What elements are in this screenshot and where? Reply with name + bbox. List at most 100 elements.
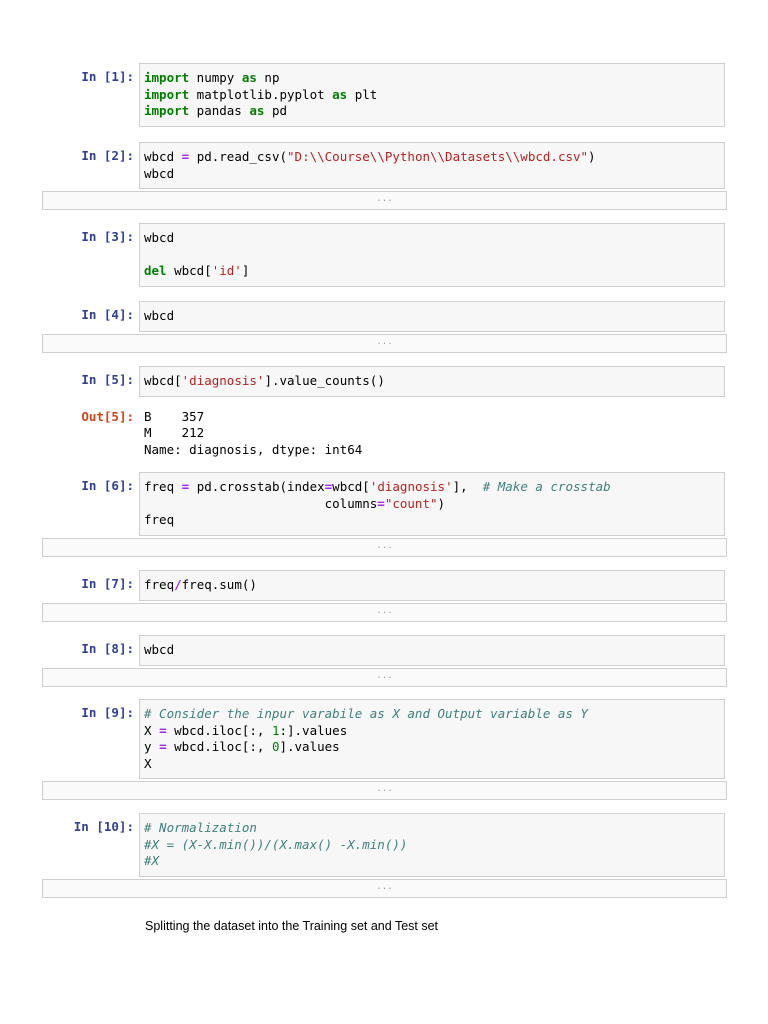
code-token: # Normalization (144, 820, 257, 835)
code-token: ) (588, 149, 596, 164)
code-token: wbcd.iloc[:, (166, 722, 272, 738)
code-input[interactable]: wbcd del wbcd['id'] (139, 223, 725, 287)
code-line: #X (144, 853, 720, 870)
code-token: ], (452, 479, 483, 494)
collapsed-output-toggle[interactable]: ... (42, 191, 727, 210)
collapsed-output-toggle[interactable]: ... (42, 602, 727, 622)
code-token: wbcd (144, 165, 175, 181)
code-line: # Consider the inpur varabile as X and O… (144, 706, 720, 723)
input-prompt: In [10]: (73, 819, 134, 834)
code-token: 'id' (211, 263, 242, 278)
code-token: numpy (189, 70, 242, 85)
code-line: wbcd (144, 308, 720, 325)
code-input[interactable]: wbcd (139, 635, 725, 666)
code-token: = (159, 739, 167, 754)
code-line: freq (144, 512, 720, 529)
code-input[interactable]: wbcd['diagnosis'].value_counts() (139, 366, 725, 397)
code-token: #X (144, 853, 160, 868)
code-line: # Normalization (144, 820, 720, 837)
code-token: # Make a crosstab (482, 479, 611, 494)
collapsed-output-toggle[interactable]: ... (42, 333, 727, 353)
code-line: #X = (X-X.min())/(X.max() -X.min()) (144, 837, 720, 854)
input-prompt: In [2]: (81, 148, 134, 163)
code-token: wbcd.iloc[:, (166, 739, 272, 754)
code-token: del (144, 263, 167, 278)
code-token: X (144, 722, 160, 738)
code-line: wbcd (144, 230, 720, 247)
input-prompt: In [9]: (81, 705, 134, 720)
code-line: freq = pd.crosstab(index=wbcd['diagnosis… (144, 479, 720, 496)
code-token: y (144, 739, 160, 754)
code-line: import matplotlib.pyplot as plt (144, 87, 720, 104)
code-token: as (249, 103, 265, 118)
code-line: import pandas as pd (144, 103, 720, 120)
code-token: freq (144, 577, 175, 592)
code-line: wbcd (144, 166, 720, 183)
code-token: matplotlib.pyplot (189, 86, 333, 102)
code-input[interactable]: freq = pd.crosstab(index=wbcd['diagnosis… (139, 472, 725, 536)
code-token: wbcd (144, 230, 175, 245)
code-line: wbcd = pd.read_csv("D:\\Course\\Python\\… (144, 149, 720, 166)
input-prompt: In [7]: (81, 576, 134, 591)
code-input[interactable]: wbcd (139, 301, 725, 332)
code-token: wbcd[ (144, 373, 182, 388)
input-prompt: In [5]: (81, 372, 134, 387)
code-token: ].value_counts() (264, 373, 385, 388)
code-token: freq.sum() (181, 577, 257, 592)
code-token: ] (241, 263, 250, 278)
code-input[interactable]: freq/freq.sum() (139, 570, 725, 601)
code-line: columns="count") (144, 496, 720, 513)
code-token: wbcd (144, 308, 175, 323)
code-token: wbcd[ (166, 263, 212, 278)
code-token: ].values (279, 739, 340, 754)
code-token: plt (347, 86, 378, 102)
code-token: = (377, 495, 385, 511)
code-line: wbcd['diagnosis'].value_counts() (144, 373, 720, 390)
code-token: = (159, 722, 167, 738)
code-input[interactable]: # Consider the inpur varabile as X and O… (139, 699, 725, 779)
code-input[interactable]: wbcd = pd.read_csv("D:\\Course\\Python\\… (139, 142, 725, 189)
output-prompt: Out[5]: (81, 408, 134, 424)
code-token: 'diagnosis' (181, 373, 265, 388)
code-token: freq (144, 512, 175, 527)
code-token: as (332, 86, 348, 102)
input-prompt: In [8]: (81, 641, 134, 656)
output-line: M 212 (144, 425, 205, 440)
input-prompt: In [3]: (81, 229, 134, 244)
code-token: ) (437, 495, 446, 511)
code-token: pd.read_csv( (189, 149, 288, 164)
code-token: # Consider the inpur varabile as X and O… (144, 706, 589, 721)
output-line: B 357 (144, 408, 205, 424)
collapsed-output-toggle[interactable]: ... (42, 667, 727, 687)
code-token: wbcd[ (332, 479, 370, 494)
input-prompt: In [6]: (81, 478, 134, 493)
code-line: del wbcd['id'] (144, 263, 720, 280)
markdown-cell: Splitting the dataset into the Training … (145, 919, 439, 933)
output-line: Name: diagnosis, dtype: int64 (144, 441, 363, 457)
code-input[interactable]: # Normalization #X = (X-X.min())/(X.max()… (139, 813, 725, 877)
code-input[interactable]: import numpy as np import matplotlib.pypl… (139, 63, 725, 127)
code-token: import (144, 86, 190, 102)
code-token: as (241, 70, 257, 85)
collapsed-output-toggle[interactable]: ... (42, 781, 727, 800)
code-token: :].values (279, 722, 348, 738)
code-token: #X = (X-X.min())/(X.max() -X.min()) (144, 836, 408, 852)
collapsed-output-toggle[interactable]: ... (42, 537, 727, 557)
code-token: import (144, 70, 190, 85)
code-line: X (144, 756, 720, 773)
code-token: "D:\\Course\\Python\\Datasets\\wbcd.csv" (287, 149, 589, 164)
collapsed-output-toggle[interactable]: ... (42, 878, 727, 898)
code-token: np (256, 70, 280, 85)
code-token: wbcd (144, 149, 182, 164)
code-line: y = wbcd.iloc[:, 0].values (144, 739, 720, 756)
input-prompt: In [4]: (81, 307, 134, 322)
cell-output: B 357 M 212 Name: diagnosis, dtype: int64 (144, 409, 362, 459)
code-token: wbcd (144, 642, 175, 657)
code-token: freq (144, 479, 182, 494)
code-line: freq/freq.sum() (144, 577, 720, 594)
code-token: pandas (189, 103, 250, 118)
input-prompt: In [1]: (81, 69, 134, 84)
code-token: import (144, 103, 190, 118)
code-token: / (174, 577, 182, 592)
